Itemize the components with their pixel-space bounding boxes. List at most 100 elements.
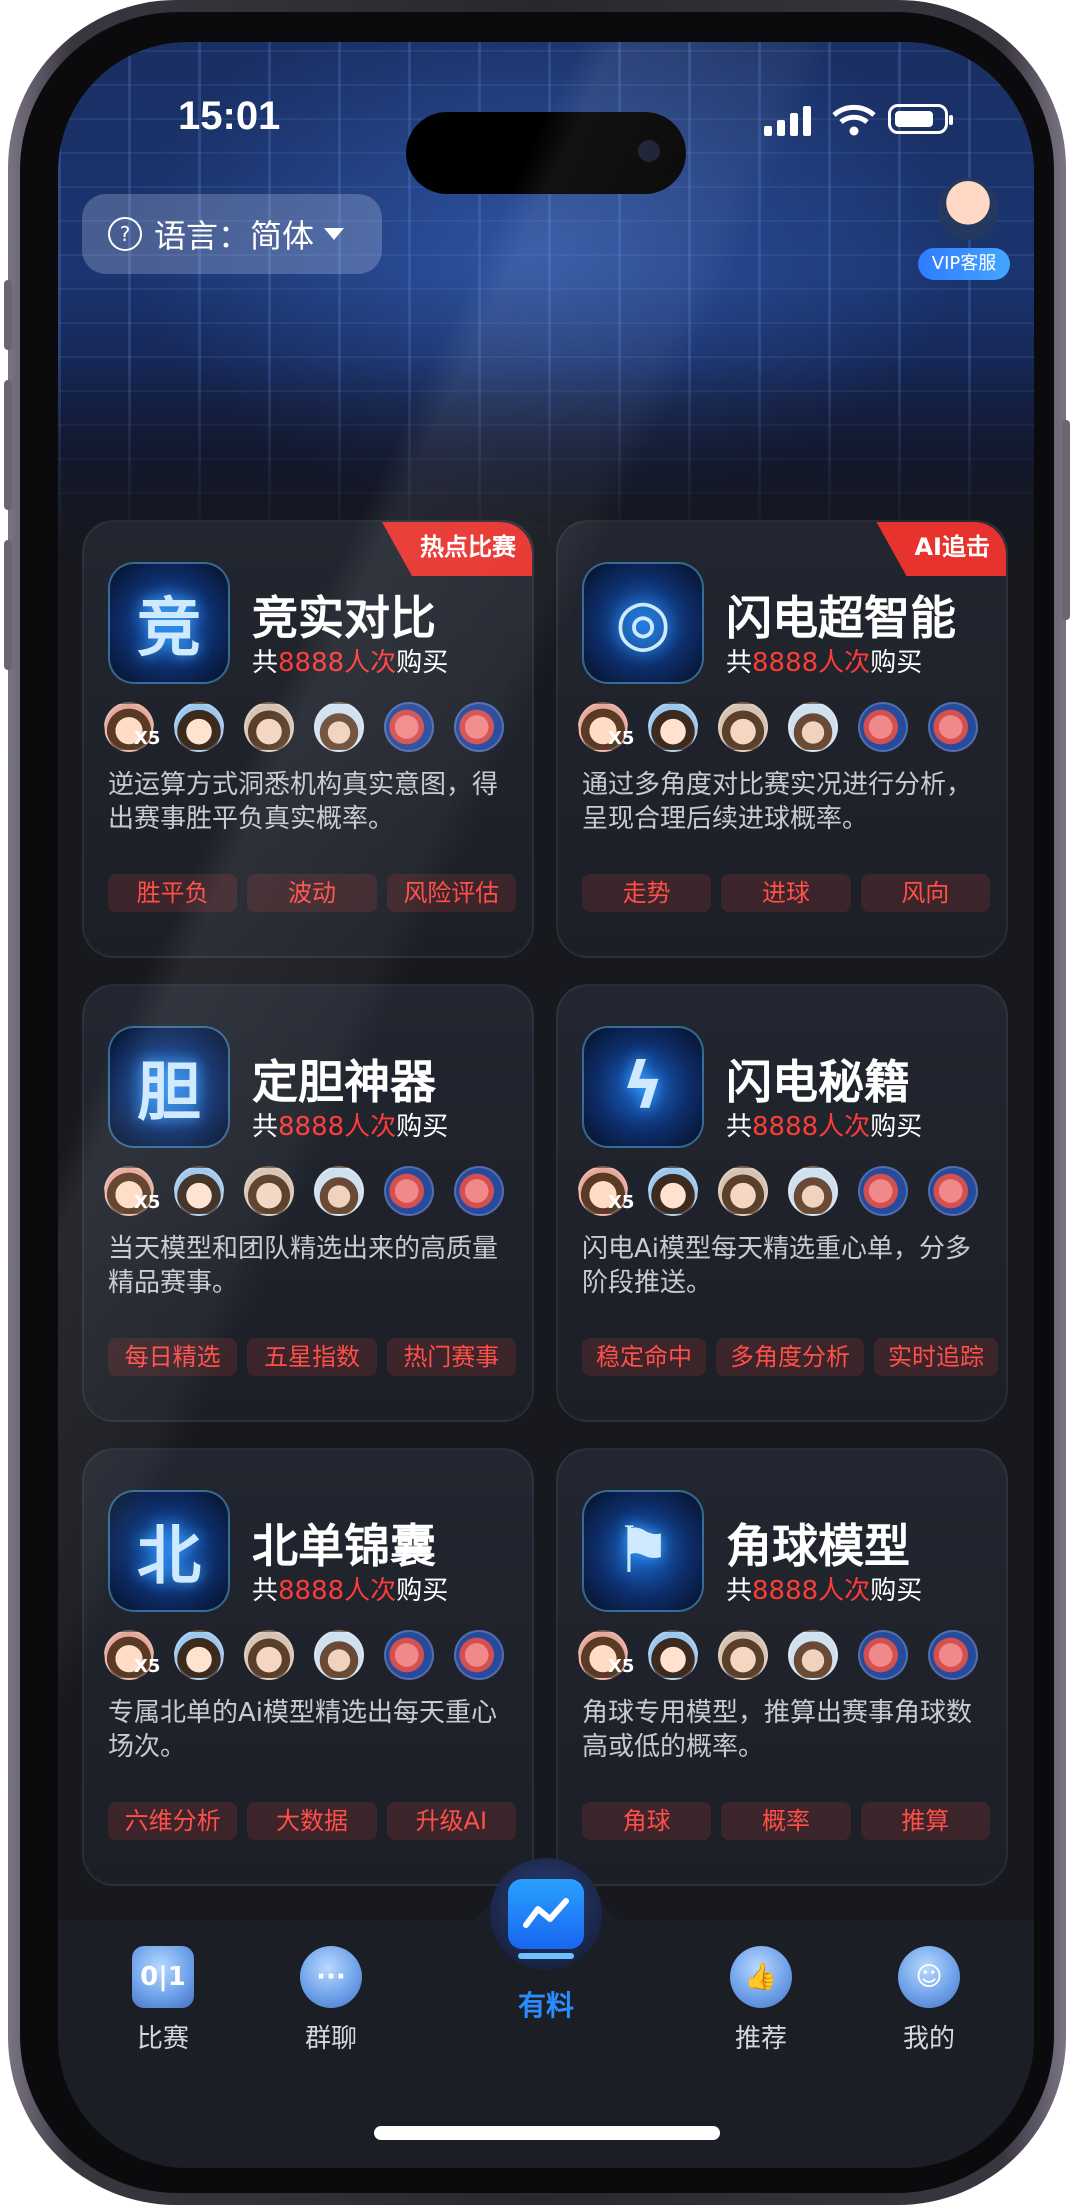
avatar (454, 702, 504, 752)
avatar (648, 1630, 698, 1680)
jing-icon: 竞 (108, 562, 230, 684)
vip-service-button[interactable]: VIP客服 (918, 178, 1012, 288)
tag[interactable]: 每日精选 (108, 1338, 238, 1376)
tag[interactable]: 角球 (582, 1802, 712, 1840)
avatar-count-badge: X5 (134, 1656, 161, 1677)
tag[interactable]: 实时追踪 (874, 1338, 998, 1376)
card-title: 闪电秘籍 (726, 1055, 910, 1109)
customer-service-avatar-icon (938, 178, 998, 240)
card-title: 北单锦囊 (252, 1519, 436, 1573)
thumb-up-icon: 👍 (730, 1946, 792, 2008)
avatar-count-badge: X5 (134, 1192, 161, 1213)
card-title: 角球模型 (726, 1519, 910, 1573)
avatar (384, 1630, 434, 1680)
card-ribbon: AI追击 (876, 522, 1006, 576)
buyer-avatars: X5 (578, 702, 990, 758)
avatar (454, 1630, 504, 1680)
tag[interactable]: 热门赛事 (386, 1338, 516, 1376)
tag[interactable]: 五星指数 (247, 1338, 377, 1376)
home-indicator[interactable] (374, 2126, 720, 2140)
tab-match[interactable]: 0|1 比赛 (88, 1940, 238, 2080)
card-jingshi-duibi[interactable]: 热点比赛 竞 竞实对比 共8888人次购买 X5 逆运算方式洞悉机构真实意图，得… (82, 520, 534, 958)
purchase-count: 共8888人次购买 (726, 1576, 923, 1606)
avatar (384, 702, 434, 752)
avatar (244, 1166, 294, 1216)
tab-group-chat[interactable]: ··· 群聊 (256, 1940, 406, 2080)
card-dingdan-shenqi[interactable]: 胆 定胆神器 共8888人次购买 X5 当天模型和团队精选出来的高质量精品赛事。… (82, 984, 534, 1422)
card-jiaoqiu-moxing[interactable]: ⚑ 角球模型 共8888人次购买 X5 角球专用模型，推算出赛事角球数高或低的概… (556, 1448, 1008, 1886)
tag[interactable]: 进球 (721, 874, 851, 912)
tag[interactable]: 走势 (582, 874, 712, 912)
buyer-avatars: X5 (578, 1166, 990, 1222)
action-button (4, 280, 12, 350)
tab-recommend[interactable]: 👍 推荐 (686, 1940, 836, 2080)
tab-label-active: 有料 (517, 1989, 574, 2022)
avatar (244, 1630, 294, 1680)
purchase-count: 共8888人次购买 (252, 1576, 449, 1606)
card-beidan-jinnang[interactable]: 北 北单锦囊 共8888人次购买 X5 专属北单的Ai模型精选出每天重心场次。 … (82, 1448, 534, 1886)
tag[interactable]: 风向 (860, 874, 990, 912)
avatar (718, 1166, 768, 1216)
calendar-icon: 0|1 (132, 1946, 194, 2008)
tab-label: 群聊 (304, 2024, 357, 2054)
tab-label: 我的 (902, 2024, 955, 2054)
dan-icon: 胆 (108, 1026, 230, 1148)
tag[interactable]: 升级AI (386, 1802, 516, 1840)
tag[interactable]: 波动 (247, 874, 377, 912)
tag-list: 角球 概率 推算 (582, 1802, 990, 1842)
tag[interactable]: 稳定命中 (582, 1338, 706, 1376)
tag[interactable]: 多角度分析 (716, 1338, 864, 1376)
card-description: 当天模型和团队精选出来的高质量精品赛事。 (108, 1234, 499, 1298)
card-shandian-chaozhineng[interactable]: AI追击 ◎ 闪电超智能 共8888人次购买 X5 通过多角度对比赛实况进行分析… (556, 520, 1008, 958)
wifi-icon (832, 104, 876, 136)
volume-up-button (4, 380, 12, 510)
dynamic-island (406, 112, 686, 194)
avatar (788, 1166, 838, 1216)
avatar (858, 1630, 908, 1680)
tag[interactable]: 概率 (721, 1802, 851, 1840)
buyer-avatars: X5 (578, 1630, 990, 1686)
screen: 15:01 ? 语言：简体 VIP客服 热点比赛 竞 竞实对比 共8888人次购… (58, 42, 1034, 2168)
avatar-count-badge: X5 (134, 728, 161, 749)
language-selector[interactable]: ? 语言：简体 (82, 194, 382, 274)
avatar (314, 1630, 364, 1680)
help-icon: ? (108, 217, 142, 251)
tag[interactable]: 六维分析 (108, 1802, 238, 1840)
purchase-count: 共8888人次购买 (726, 648, 923, 678)
card-shandian-miji[interactable]: ϟ 闪电秘籍 共8888人次购买 X5 闪电Ai模型每天精选重心单，分多阶段推送… (556, 984, 1008, 1422)
avatar (928, 1166, 978, 1216)
buyer-avatars: X5 (104, 702, 516, 758)
tag[interactable]: 风险评估 (386, 874, 516, 912)
user-icon: ☺ (898, 1946, 960, 2008)
avatar (718, 702, 768, 752)
tag[interactable]: 推算 (860, 1802, 990, 1840)
avatar (454, 1166, 504, 1216)
tab-youliao[interactable] (490, 1858, 602, 1970)
avatar (788, 1630, 838, 1680)
signal-icon (764, 106, 811, 136)
tag-list: 走势 进球 风向 (582, 874, 990, 914)
tag[interactable]: 大数据 (247, 1802, 377, 1840)
card-description: 专属北单的Ai模型精选出每天重心场次。 (108, 1698, 498, 1762)
card-ribbon: 热点比赛 (382, 522, 532, 576)
avatar (174, 1166, 224, 1216)
purchase-count: 共8888人次购买 (726, 1112, 923, 1142)
camera-icon (638, 140, 660, 162)
avatar-count-badge: X5 (608, 1192, 635, 1213)
language-label: 语言：简体 (154, 217, 315, 255)
avatar (928, 702, 978, 752)
card-description: 闪电Ai模型每天精选重心单，分多阶段推送。 (582, 1234, 972, 1298)
tab-mine[interactable]: ☺ 我的 (854, 1940, 1004, 2080)
tag-list: 胜平负 波动 风险评估 (108, 874, 516, 914)
purchase-count: 共8888人次购买 (252, 1112, 449, 1142)
tab-label: 比赛 (136, 2024, 189, 2054)
card-title: 竞实对比 (252, 591, 436, 645)
tag-list: 每日精选 五星指数 热门赛事 (108, 1338, 516, 1378)
tag[interactable]: 胜平负 (108, 874, 238, 912)
chart-icon (508, 1879, 584, 1959)
avatar-count-badge: X5 (608, 728, 635, 749)
status-bar: 15:01 (58, 86, 1034, 194)
avatar (718, 1630, 768, 1680)
avatar (384, 1166, 434, 1216)
tab-label: 推荐 (734, 2024, 787, 2054)
